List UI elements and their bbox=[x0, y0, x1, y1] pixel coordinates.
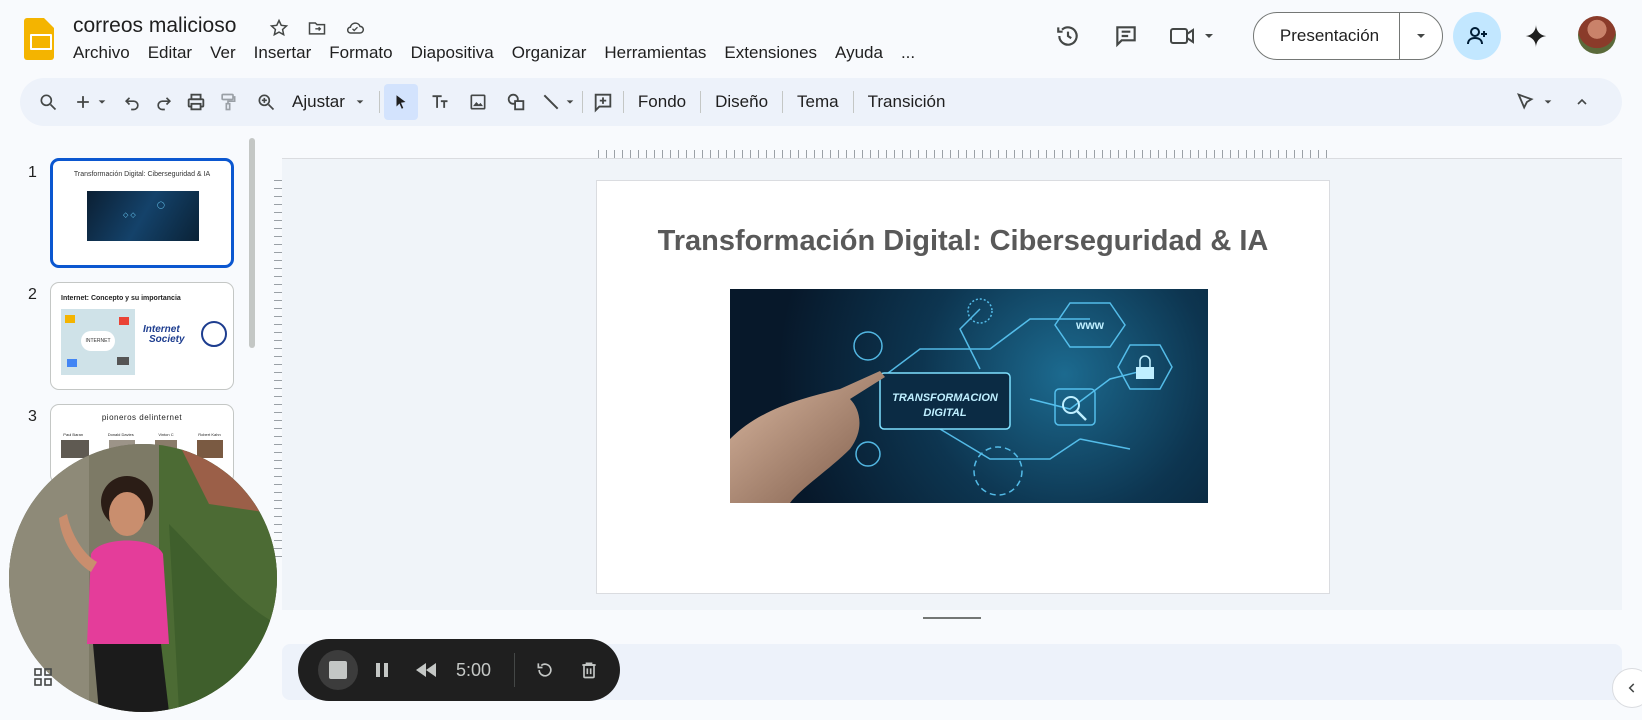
grid-view-icon[interactable] bbox=[34, 668, 52, 686]
slide-title[interactable]: Transformación Digital: Ciberseguridad &… bbox=[597, 225, 1329, 258]
menu-insertar[interactable]: Insertar bbox=[245, 43, 321, 63]
menu-ver[interactable]: Ver bbox=[201, 43, 245, 63]
background-button[interactable]: Fondo bbox=[628, 84, 696, 120]
menu-more[interactable]: ... bbox=[892, 43, 924, 63]
present-button[interactable]: Presentación bbox=[1253, 12, 1443, 60]
add-comment-icon[interactable] bbox=[587, 84, 619, 120]
slide-thumbnail-1[interactable]: Transformación Digital: Ciberseguridad &… bbox=[50, 158, 234, 268]
redo-icon[interactable] bbox=[148, 84, 180, 120]
collapse-toolbar-icon[interactable] bbox=[1566, 84, 1598, 120]
current-slide[interactable]: Transformación Digital: Ciberseguridad &… bbox=[596, 180, 1330, 594]
pen-tool-icon[interactable] bbox=[1512, 84, 1556, 120]
pause-icon[interactable] bbox=[362, 650, 402, 690]
select-pointer-icon[interactable] bbox=[383, 84, 418, 120]
rewind-icon[interactable] bbox=[406, 650, 446, 690]
zoom-label: Ajustar bbox=[292, 92, 345, 111]
stop-recording-button[interactable] bbox=[318, 650, 358, 690]
theme-button[interactable]: Tema bbox=[787, 84, 849, 120]
chevron-left-icon bbox=[1628, 683, 1635, 693]
search-menus-icon[interactable] bbox=[32, 84, 64, 120]
recording-controls: 5:00 bbox=[298, 639, 620, 701]
image-text-transformacion: TRANSFORMACION bbox=[892, 392, 999, 404]
undo-icon[interactable] bbox=[116, 84, 148, 120]
thumb-title: pioneros delinternet bbox=[101, 413, 183, 422]
horizontal-ruler[interactable] bbox=[598, 150, 1328, 158]
slide-number: 1 bbox=[28, 164, 37, 181]
thumb-title: Transformación Digital: Ciberseguridad &… bbox=[73, 171, 211, 178]
menu-diapositiva[interactable]: Diapositiva bbox=[402, 43, 503, 63]
line-icon[interactable] bbox=[538, 84, 578, 120]
menu-organizar[interactable]: Organizar bbox=[503, 43, 596, 63]
user-avatar[interactable] bbox=[1578, 16, 1616, 54]
present-dropdown-icon[interactable] bbox=[1400, 30, 1442, 42]
menu-ayuda[interactable]: Ayuda bbox=[826, 43, 892, 63]
zoom-icon[interactable] bbox=[250, 84, 282, 120]
recording-timer: 5:00 bbox=[456, 659, 492, 680]
thumb-image: ◇ ◇ ◯ bbox=[87, 191, 199, 241]
slide-image[interactable]: TRANSFORMACION DIGITAL www bbox=[730, 289, 1208, 503]
meet-video-icon[interactable] bbox=[1164, 16, 1220, 56]
star-icon[interactable] bbox=[267, 16, 291, 40]
slide-number: 3 bbox=[28, 408, 37, 425]
slide-number: 2 bbox=[28, 286, 37, 303]
menu-herramientas[interactable]: Herramientas bbox=[595, 43, 715, 63]
new-slide-icon[interactable] bbox=[70, 84, 110, 120]
comments-icon[interactable] bbox=[1106, 16, 1146, 56]
zoom-select[interactable]: Ajustar bbox=[282, 84, 375, 120]
stop-icon bbox=[329, 661, 347, 679]
menu-archivo[interactable]: Archivo bbox=[64, 43, 139, 63]
transition-button[interactable]: Transición bbox=[858, 84, 956, 120]
restart-icon[interactable] bbox=[525, 650, 565, 690]
shape-icon[interactable] bbox=[500, 84, 532, 120]
paint-format-icon[interactable] bbox=[212, 84, 244, 120]
slides-logo[interactable] bbox=[24, 18, 54, 60]
image-text-digital: DIGITAL bbox=[923, 407, 966, 419]
slide-thumbnail-2[interactable]: Internet: Concepto y su importancia INTE… bbox=[50, 282, 234, 390]
print-icon[interactable] bbox=[180, 84, 212, 120]
menu-editar[interactable]: Editar bbox=[139, 43, 201, 63]
layout-button[interactable]: Diseño bbox=[705, 84, 778, 120]
globe-icon bbox=[201, 321, 227, 347]
notes-resize-handle[interactable] bbox=[923, 617, 981, 619]
present-label: Presentación bbox=[1279, 26, 1380, 45]
menu-bar: Archivo Editar Ver Insertar Formato Diap… bbox=[64, 43, 924, 63]
share-button[interactable] bbox=[1453, 12, 1501, 60]
add-person-icon bbox=[1467, 27, 1487, 45]
menu-formato[interactable]: Formato bbox=[320, 43, 401, 63]
thumb-diagram: INTERNET bbox=[61, 309, 135, 375]
thumb-title: Internet: Concepto y su importancia bbox=[61, 295, 181, 302]
insert-image-icon[interactable] bbox=[462, 84, 494, 120]
filmstrip-scrollbar[interactable] bbox=[249, 138, 255, 348]
menu-extensiones[interactable]: Extensiones bbox=[715, 43, 826, 63]
cloud-saved-icon[interactable] bbox=[343, 16, 367, 40]
document-title[interactable]: correos malicioso bbox=[73, 14, 236, 38]
gemini-sparkle-icon[interactable] bbox=[1518, 18, 1554, 54]
move-folder-icon[interactable] bbox=[305, 16, 329, 40]
image-text-www: www bbox=[1075, 318, 1105, 332]
vertical-ruler[interactable] bbox=[274, 180, 282, 560]
side-panel-toggle[interactable] bbox=[1612, 668, 1642, 708]
text-box-icon[interactable] bbox=[424, 84, 456, 120]
delete-icon[interactable] bbox=[569, 650, 609, 690]
toolbar: Ajustar Fondo Diseño Tema Transición bbox=[20, 78, 1622, 126]
version-history-icon[interactable] bbox=[1048, 16, 1088, 56]
